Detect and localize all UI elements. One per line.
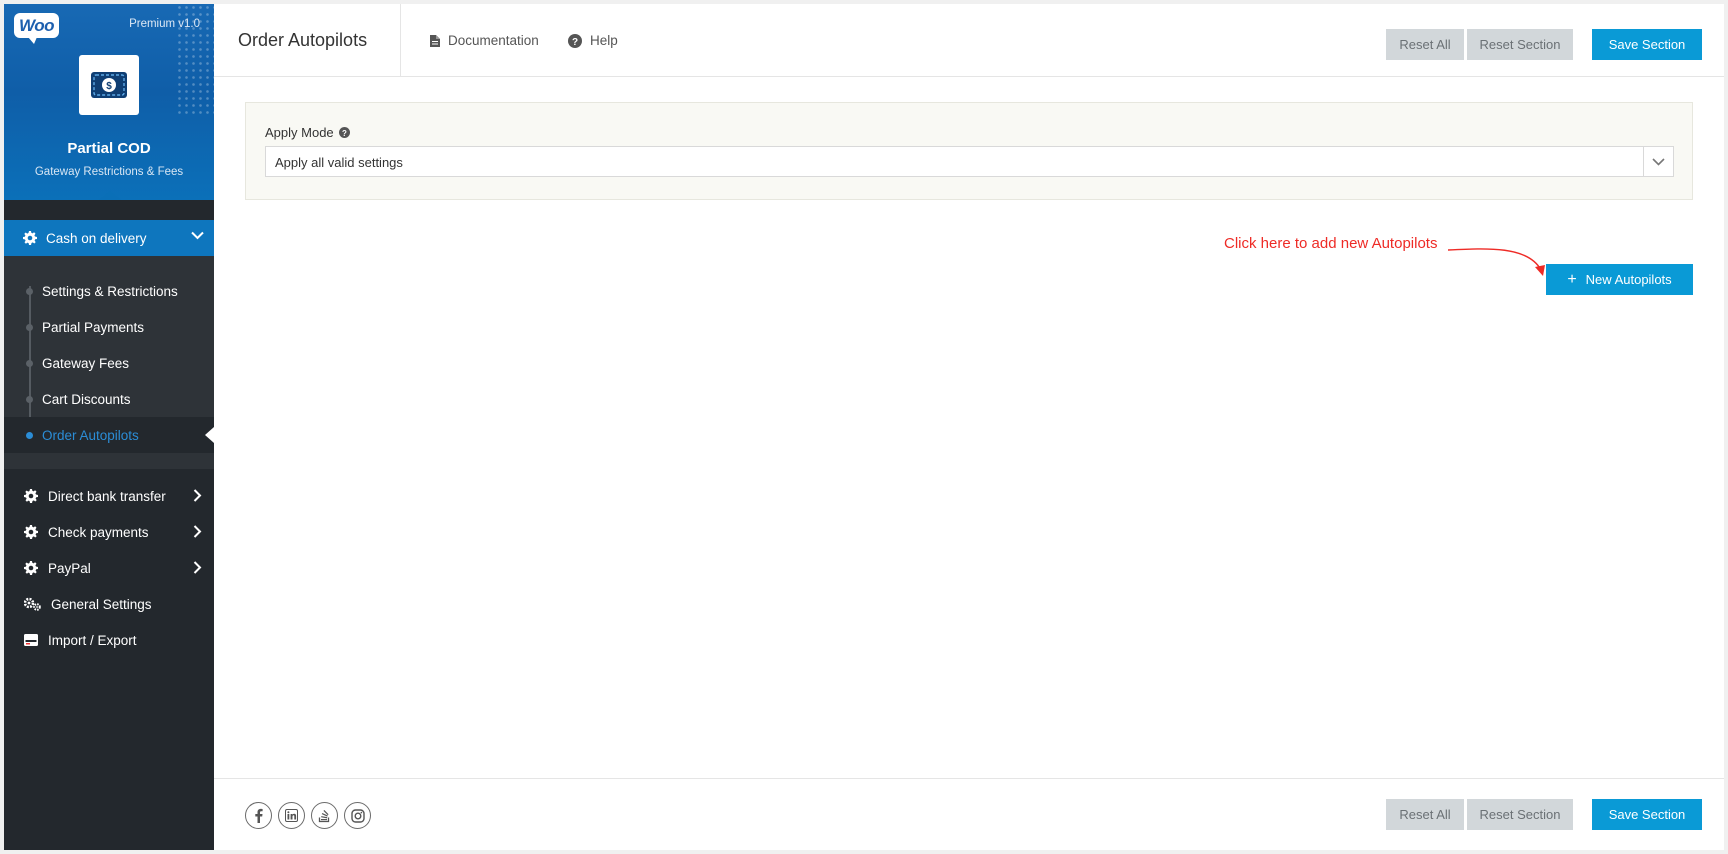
subnav-dot bbox=[26, 360, 33, 367]
version-label: Premium v1.0 bbox=[129, 18, 200, 30]
sidebar-item-label: General Settings bbox=[51, 596, 152, 612]
subnav-dot bbox=[26, 324, 33, 331]
stackoverflow-icon[interactable] bbox=[311, 802, 338, 829]
gear-icon bbox=[23, 231, 37, 245]
subnav-dot bbox=[26, 288, 33, 295]
subnav-dot bbox=[26, 396, 33, 403]
apply-mode-selected-value: Apply all valid settings bbox=[275, 155, 403, 170]
brand-caret bbox=[99, 191, 121, 200]
chevron-down-icon bbox=[1652, 157, 1665, 166]
sidebar-item-label: Import / Export bbox=[48, 632, 137, 648]
sidebar-item-label: Direct bank transfer bbox=[48, 488, 166, 504]
sidebar-item-label: PayPal bbox=[48, 560, 91, 576]
sidebar-item-direct-bank-transfer[interactable]: Direct bank transfer bbox=[4, 478, 214, 514]
new-autopilots-label: New Autopilots bbox=[1585, 272, 1672, 287]
sidebar-item-label: Cash on delivery bbox=[46, 230, 147, 246]
sidebar-nav-list: Direct bank transfer Check payments PayP… bbox=[4, 469, 214, 658]
documentation-link[interactable]: Documentation bbox=[430, 33, 539, 48]
woo-logo: Woo bbox=[14, 13, 59, 44]
chevron-right-icon bbox=[193, 525, 202, 538]
plus-icon: + bbox=[1567, 270, 1577, 288]
sidebar-item-general-settings[interactable]: General Settings bbox=[4, 586, 214, 622]
documentation-label: Documentation bbox=[448, 33, 539, 48]
help-label: Help bbox=[590, 33, 618, 48]
footer-reset-section-button[interactable]: Reset Section bbox=[1467, 799, 1573, 830]
cash-icon: $ bbox=[91, 72, 127, 98]
apply-mode-panel: Apply Mode ? Apply all valid settings bbox=[245, 102, 1693, 200]
svg-text:$: $ bbox=[106, 81, 112, 92]
new-autopilots-button[interactable]: + New Autopilots bbox=[1546, 264, 1693, 295]
sidebar-item-check-payments[interactable]: Check payments bbox=[4, 514, 214, 550]
gears-icon bbox=[24, 597, 41, 611]
sidebar: Woo Premium v1.0 $ Partial COD Gateway R… bbox=[4, 4, 214, 850]
document-icon bbox=[430, 34, 440, 47]
plugin-brand-header: Woo Premium v1.0 $ Partial COD Gateway R… bbox=[4, 4, 214, 200]
page-title: Order Autopilots bbox=[238, 30, 368, 50]
sidebar-item-import-export[interactable]: Import / Export bbox=[4, 622, 214, 658]
gear-icon bbox=[24, 561, 38, 575]
help-link[interactable]: ? Help bbox=[568, 33, 618, 48]
subnav-item-partial-payments[interactable]: Partial Payments bbox=[4, 309, 214, 345]
svg-text:?: ? bbox=[572, 37, 578, 48]
instagram-icon[interactable] bbox=[344, 802, 371, 829]
plugin-icon: $ bbox=[79, 55, 139, 115]
import-export-icon bbox=[24, 634, 38, 646]
subnav-dot bbox=[26, 432, 33, 439]
question-circle-icon: ? bbox=[568, 33, 582, 48]
sidebar-item-cash-on-delivery[interactable]: Cash on delivery bbox=[4, 220, 214, 256]
subnav-item-gateway-fees[interactable]: Gateway Fees bbox=[4, 345, 214, 381]
apply-mode-label: Apply Mode ? bbox=[265, 125, 350, 140]
chevron-right-icon bbox=[193, 489, 202, 502]
cash-on-delivery-subnav: Settings & Restrictions Partial Payments… bbox=[4, 256, 214, 469]
gear-icon bbox=[24, 525, 38, 539]
help-tooltip-icon[interactable]: ? bbox=[338, 127, 350, 138]
subnav-item-order-autopilots[interactable]: Order Autopilots bbox=[4, 417, 214, 453]
title-divider bbox=[400, 4, 401, 77]
apply-mode-label-text: Apply Mode bbox=[265, 125, 334, 140]
chevron-right-icon bbox=[193, 561, 202, 574]
plugin-subtitle: Gateway Restrictions & Fees bbox=[34, 166, 184, 178]
footer-reset-all-button[interactable]: Reset All bbox=[1386, 799, 1464, 830]
top-bar: Order Autopilots Documentation ? Help Re… bbox=[214, 4, 1724, 77]
subnav-item-cart-discounts[interactable]: Cart Discounts bbox=[4, 381, 214, 417]
reset-all-button[interactable]: Reset All bbox=[1386, 29, 1464, 60]
chevron-down-icon bbox=[191, 231, 204, 240]
gear-icon bbox=[24, 489, 38, 503]
plugin-title: Partial COD bbox=[67, 140, 151, 157]
sidebar-item-paypal[interactable]: PayPal bbox=[4, 550, 214, 586]
subnav-item-label: Gateway Fees bbox=[42, 355, 130, 371]
annotation-text: Click here to add new Autopilots bbox=[1224, 235, 1438, 252]
subnav-item-label: Cart Discounts bbox=[42, 391, 131, 407]
annotation-arrow bbox=[1448, 248, 1545, 276]
reset-section-button[interactable]: Reset Section bbox=[1467, 29, 1573, 60]
main-panel: Order Autopilots Documentation ? Help Re… bbox=[214, 4, 1724, 850]
subnav-item-label: Order Autopilots bbox=[42, 427, 139, 443]
select-arrow[interactable] bbox=[1643, 147, 1673, 176]
sidebar-item-label: Check payments bbox=[48, 524, 149, 540]
footer-bar: Reset All Reset Section Save Section bbox=[214, 778, 1724, 850]
subnav-item-settings-restrictions[interactable]: Settings & Restrictions bbox=[4, 273, 214, 309]
footer-save-section-button[interactable]: Save Section bbox=[1592, 799, 1702, 830]
facebook-icon[interactable] bbox=[245, 802, 272, 829]
apply-mode-select[interactable]: Apply all valid settings bbox=[265, 146, 1674, 177]
save-section-button[interactable]: Save Section bbox=[1592, 29, 1702, 60]
svg-text:?: ? bbox=[342, 129, 347, 138]
subnav-item-label: Settings & Restrictions bbox=[42, 283, 178, 299]
subnav-item-label: Partial Payments bbox=[42, 319, 145, 335]
linkedin-icon[interactable] bbox=[278, 802, 305, 829]
